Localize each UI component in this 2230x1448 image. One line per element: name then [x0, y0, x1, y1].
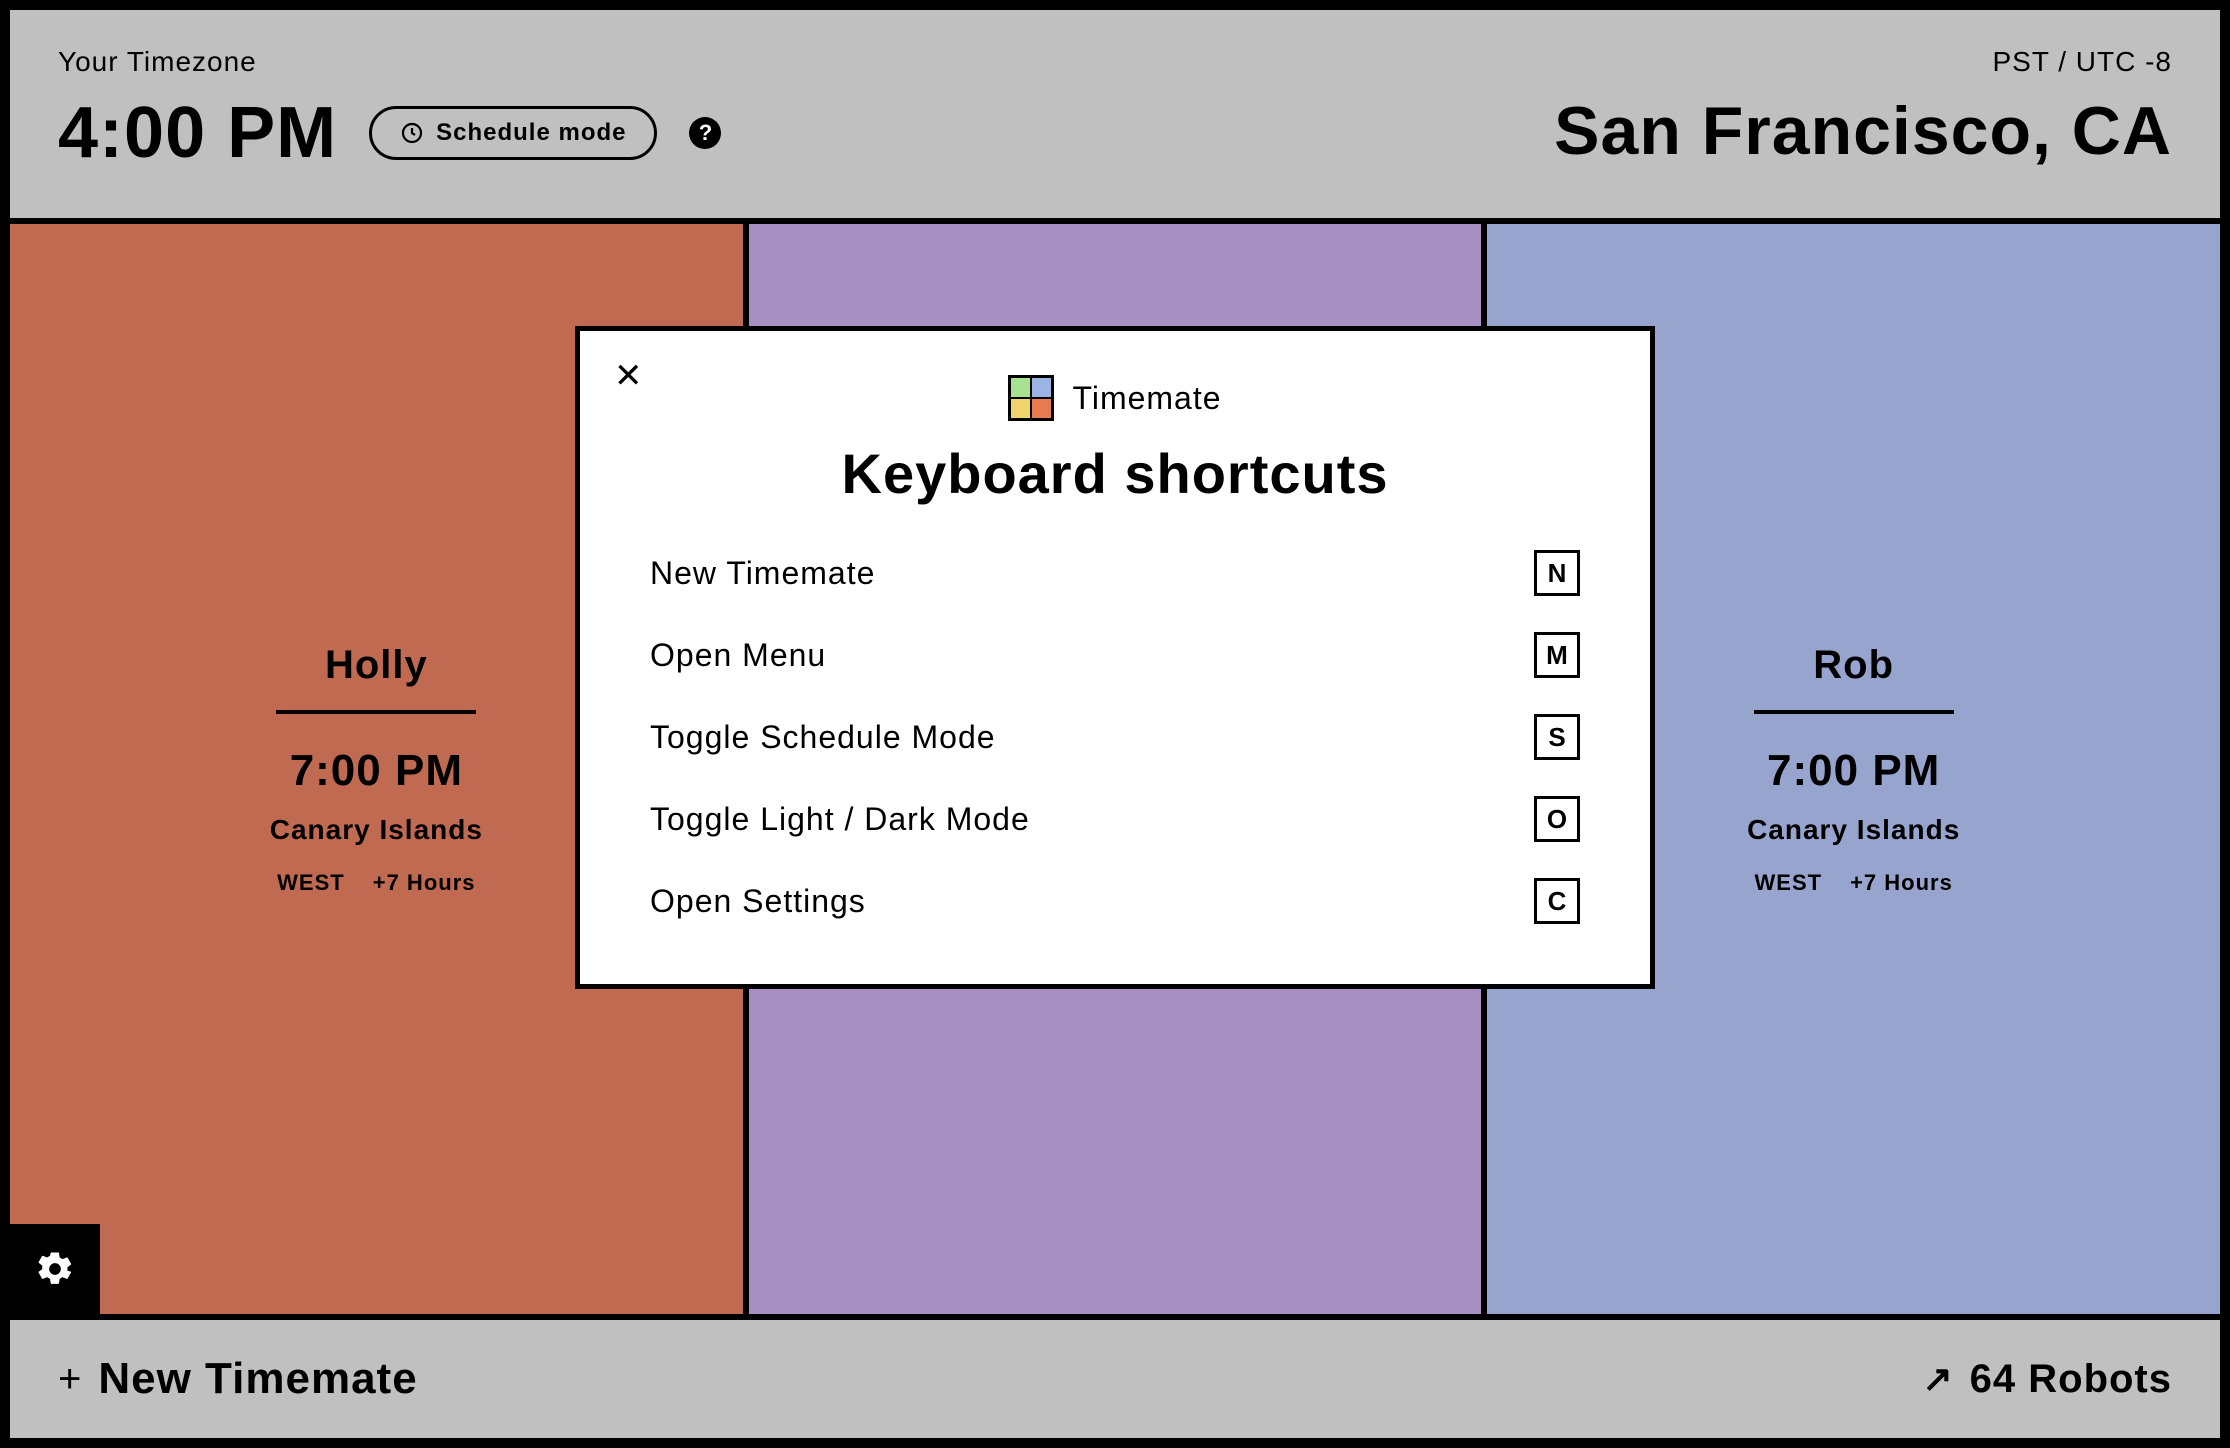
shortcut-label: New Timemate [650, 555, 875, 592]
card-name: Holly [325, 643, 428, 688]
card-offset: +7 Hours [1850, 870, 1953, 896]
header-right: PST / UTC -8 San Francisco, CA [1554, 46, 2172, 174]
shortcut-row: Toggle Schedule Mode S [640, 714, 1590, 760]
card-tz: WEST [1755, 870, 1823, 896]
shortcut-key: S [1534, 714, 1580, 760]
card-divider [276, 710, 476, 714]
shortcut-row: Open Settings C [640, 878, 1590, 924]
shortcut-row: Toggle Light / Dark Mode O [640, 796, 1590, 842]
card-tz: WEST [277, 870, 345, 896]
clock-icon [400, 121, 424, 145]
help-button[interactable]: ? [689, 117, 721, 149]
new-timemate-label: New Timemate [98, 1354, 417, 1404]
plus-icon: + [58, 1357, 82, 1402]
your-timezone-label: Your Timezone [58, 46, 721, 78]
card-location: Canary Islands [1747, 814, 1960, 846]
card-time: 7:00 PM [290, 746, 463, 796]
timezone-code: PST / UTC -8 [1992, 46, 2172, 78]
arrow-up-right-icon: ↗ [1922, 1358, 1953, 1400]
shortcut-label: Toggle Schedule Mode [650, 719, 996, 756]
new-timemate-button[interactable]: + New Timemate [58, 1354, 418, 1404]
shortcut-label: Open Settings [650, 883, 866, 920]
brand-name: Timemate [1072, 380, 1221, 417]
time-row: 4:00 PM Schedule mode ? [58, 92, 721, 174]
local-time: 4:00 PM [58, 92, 337, 174]
city-name: San Francisco, CA [1554, 92, 2172, 170]
shortcut-key: M [1534, 632, 1580, 678]
card-offset: +7 Hours [373, 870, 476, 896]
card-tz-row: WEST +7 Hours [277, 870, 475, 896]
card-time: 7:00 PM [1767, 746, 1940, 796]
schedule-mode-label: Schedule mode [436, 119, 626, 147]
robots-link[interactable]: ↗ 64 Robots [1922, 1357, 2172, 1402]
card-tz-row: WEST +7 Hours [1755, 870, 1953, 896]
timemate-logo-icon [1008, 375, 1054, 421]
shortcut-label: Toggle Light / Dark Mode [650, 801, 1030, 838]
shortcut-key: N [1534, 550, 1580, 596]
card-location: Canary Islands [270, 814, 483, 846]
settings-button[interactable] [10, 1224, 100, 1314]
close-button[interactable]: ✕ [614, 359, 643, 393]
shortcut-row: Open Menu M [640, 632, 1590, 678]
shortcut-key: C [1534, 878, 1580, 924]
modal-title: Keyboard shortcuts [640, 441, 1590, 506]
gear-icon [35, 1249, 75, 1289]
shortcut-label: Open Menu [650, 637, 826, 674]
close-icon: ✕ [614, 357, 643, 395]
shortcut-row: New Timemate N [640, 550, 1590, 596]
footer: + New Timemate ↗ 64 Robots [10, 1320, 2220, 1438]
keyboard-shortcuts-modal: ✕ Timemate Keyboard shortcuts New Timema… [575, 326, 1655, 989]
question-icon: ? [699, 120, 712, 146]
card-name: Rob [1813, 643, 1894, 688]
header-left: Your Timezone 4:00 PM Schedule mode ? [58, 46, 721, 174]
shortcut-key: O [1534, 796, 1580, 842]
header: Your Timezone 4:00 PM Schedule mode ? PS… [10, 10, 2220, 224]
robots-label: 64 Robots [1970, 1357, 2172, 1402]
app-frame: Your Timezone 4:00 PM Schedule mode ? PS… [0, 0, 2230, 1448]
card-divider [1754, 710, 1954, 714]
modal-brand: Timemate [640, 375, 1590, 421]
schedule-mode-button[interactable]: Schedule mode [369, 106, 657, 160]
